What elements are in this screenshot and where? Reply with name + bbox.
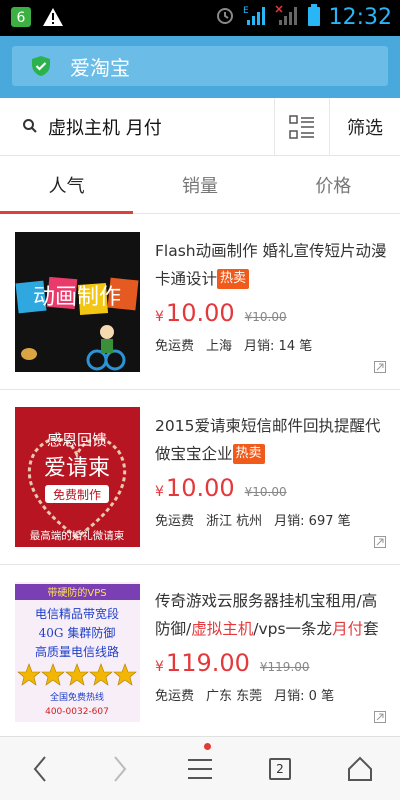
- expand-icon[interactable]: [374, 361, 386, 373]
- thumb-line: 爱请柬: [44, 456, 110, 481]
- view-toggle-button[interactable]: [274, 98, 330, 156]
- site-title: 爱淘宝: [70, 55, 130, 80]
- clock: 12:32: [328, 4, 392, 30]
- shipping-info: 免运费: [155, 339, 195, 354]
- thumb-line: 高质量电信线路: [35, 644, 119, 659]
- expand-icon[interactable]: [374, 711, 386, 723]
- thumb-line: 全国免费热线: [50, 691, 104, 703]
- warning-icon: [42, 7, 64, 31]
- svg-text:6: 6: [17, 10, 26, 26]
- expand-icon[interactable]: [374, 536, 386, 548]
- product-price: 119.00: [165, 649, 250, 677]
- price-line: ¥ 10.00 ¥10.00: [155, 299, 387, 327]
- product-title[interactable]: Flash动画制作 婚礼宣传短片动漫卡通设计 热卖: [155, 237, 387, 293]
- currency-symbol: ¥: [155, 309, 164, 325]
- product-price: 10.00: [165, 474, 235, 502]
- forward-button[interactable]: [90, 737, 150, 800]
- seller-location: 广东 东莞: [206, 689, 263, 704]
- tabs-button[interactable]: 2: [250, 737, 310, 800]
- signal-icon: E: [243, 4, 267, 30]
- product-meta: 免运费 广东 东莞 月销: 0 笔: [155, 685, 387, 704]
- shipping-info: 免运费: [155, 689, 195, 704]
- back-button[interactable]: [10, 737, 70, 800]
- original-price: ¥10.00: [244, 485, 287, 499]
- thumb-line: 40G 集群防御: [39, 625, 116, 640]
- site-address-bar[interactable]: 爱淘宝: [12, 46, 388, 86]
- app-bar: 爱淘宝: [0, 36, 400, 98]
- thumb-line: 最高端的婚礼微请柬: [30, 529, 125, 542]
- battery-icon: [307, 4, 321, 30]
- product-thumbnail[interactable]: 动画制作: [15, 232, 140, 372]
- tab-popularity[interactable]: 人气: [0, 156, 134, 214]
- currency-symbol: ¥: [155, 659, 164, 675]
- tab-count: 2: [269, 758, 291, 780]
- product-info: Flash动画制作 婚礼宣传短片动漫卡通设计 热卖 ¥ 10.00 ¥10.00 …: [155, 237, 387, 354]
- home-button[interactable]: [330, 737, 390, 800]
- product-item[interactable]: 带硬防的VPS 电信精品带宽段 40G 集群防御 高质量电信线路 全国免费热线 …: [0, 565, 400, 740]
- search-query[interactable]: 虚拟主机 月付: [48, 114, 162, 140]
- browser-bottom-nav: 2: [0, 736, 400, 800]
- signal-off-icon: [275, 4, 299, 30]
- search-icon[interactable]: [22, 118, 38, 134]
- product-title[interactable]: 传奇游戏云服务器挂机宝租用/高防御/虚拟主机/vps一条龙月付套: [155, 587, 387, 643]
- shipping-info: 免运费: [155, 514, 195, 529]
- thumb-line: 400-0032-607: [45, 707, 109, 717]
- status-bar: 6 E 12:32: [0, 0, 400, 36]
- thumb-line: 带硬防的VPS: [47, 586, 106, 599]
- sort-tabs: 人气 销量 价格: [0, 156, 400, 214]
- filter-button[interactable]: 筛选: [330, 98, 400, 156]
- tab-sales[interactable]: 销量: [133, 156, 266, 213]
- thumb-line: 免费制作: [53, 487, 101, 502]
- hot-badge: 热卖: [232, 444, 265, 464]
- thumb-text: 动画制作: [33, 285, 121, 310]
- chevron-left-icon: [33, 756, 46, 782]
- home-icon: [348, 756, 372, 781]
- product-info: 2015爱请柬短信邮件回执提醒代做宝宝企业 热卖 ¥ 10.00 ¥10.00 免…: [155, 412, 387, 529]
- product-thumbnail[interactable]: 带硬防的VPS 电信精品带宽段 40G 集群防御 高质量电信线路 全国免费热线 …: [15, 582, 140, 722]
- alarm-icon: [215, 5, 235, 29]
- seller-location: 上海: [206, 339, 233, 354]
- menu-icon: [188, 759, 212, 779]
- product-thumbnail[interactable]: 感恩回馈 爱请柬 免费制作 最高端的婚礼微请柬: [15, 407, 140, 547]
- menu-button[interactable]: [170, 737, 230, 800]
- tab-price[interactable]: 价格: [267, 156, 400, 213]
- network-type: E: [243, 6, 249, 16]
- product-item[interactable]: 感恩回馈 爱请柬 免费制作 最高端的婚礼微请柬 2015爱请柬短信邮件回执提醒代…: [0, 390, 400, 565]
- hot-badge: 热卖: [217, 269, 250, 289]
- currency-symbol: ¥: [155, 484, 164, 500]
- price-line: ¥ 119.00 ¥119.00: [155, 649, 387, 677]
- product-meta: 免运费 浙江 杭州 月销: 697 笔: [155, 510, 387, 529]
- thumb-line: 感恩回馈: [47, 431, 107, 449]
- app-notification-icon: 6: [10, 6, 32, 32]
- shield-check-icon: [32, 56, 50, 76]
- original-price: ¥10.00: [244, 310, 287, 324]
- monthly-sales: 月销: 697 笔: [274, 514, 351, 529]
- list-view-icon: [289, 115, 314, 139]
- notification-dot: [204, 743, 211, 750]
- product-list: 动画制作 Flash动画制作 婚礼宣传短片动漫卡通设计 热卖 ¥ 10.00 ¥1…: [0, 215, 400, 740]
- product-price: 10.00: [165, 299, 235, 327]
- chevron-right-icon: [114, 756, 127, 782]
- product-item[interactable]: 动画制作 Flash动画制作 婚礼宣传短片动漫卡通设计 热卖 ¥ 10.00 ¥1…: [0, 215, 400, 390]
- monthly-sales: 月销: 0 笔: [274, 689, 335, 704]
- price-line: ¥ 10.00 ¥10.00: [155, 474, 387, 502]
- monthly-sales: 月销: 14 笔: [244, 339, 313, 354]
- product-title[interactable]: 2015爱请柬短信邮件回执提醒代做宝宝企业 热卖: [155, 412, 387, 468]
- product-info: 传奇游戏云服务器挂机宝租用/高防御/虚拟主机/vps一条龙月付套 ¥ 119.0…: [155, 587, 387, 704]
- original-price: ¥119.00: [259, 660, 310, 674]
- seller-location: 浙江 杭州: [206, 514, 263, 529]
- product-meta: 免运费 上海 月销: 14 笔: [155, 335, 387, 354]
- search-bar: 虚拟主机 月付 筛选: [0, 98, 400, 156]
- thumb-line: 电信精品带宽段: [35, 606, 119, 621]
